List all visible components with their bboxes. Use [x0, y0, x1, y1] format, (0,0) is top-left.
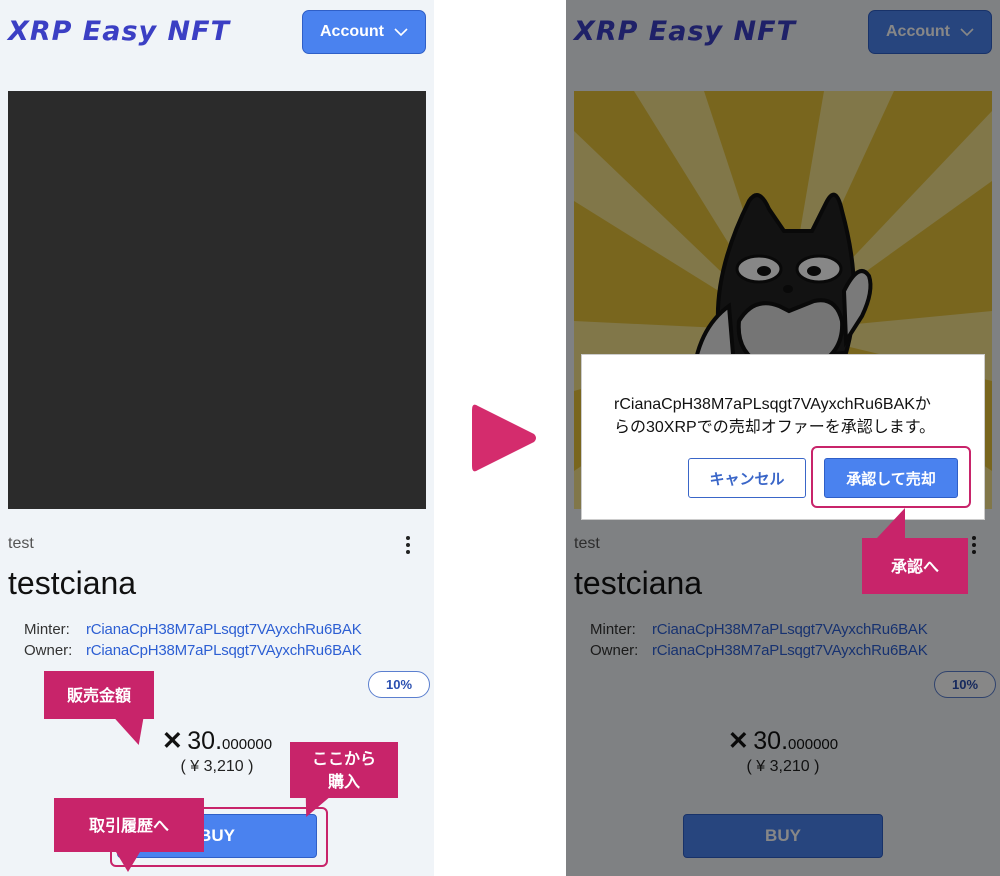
chevron-down-icon [394, 28, 408, 37]
owner-row: Owner: rCianaCpH38M7aPLsqgt7VAyxchRu6BAK [24, 642, 362, 659]
cancel-button[interactable]: キャンセル [688, 458, 806, 498]
callout-approve: 承認へ [862, 538, 968, 594]
dialog-message: rCianaCpH38M7aPLsqgt7VAyxchRu6BAKか らの30X… [614, 393, 964, 439]
callout-sale-price: 販売金額 [44, 671, 154, 719]
app-logo[interactable]: XRP Easy NFT [8, 16, 230, 47]
approve-highlight-box [811, 446, 971, 508]
more-options-icon[interactable] [404, 535, 412, 555]
callout-buy-here-line2: 購入 [327, 772, 360, 791]
royalty-badge: 10% [368, 671, 430, 698]
minter-address-link[interactable]: rCianaCpH38M7aPLsqgt7VAyxchRu6BAK [86, 621, 362, 638]
nft-title: testciana [8, 565, 137, 601]
owner-label: Owner: [24, 642, 73, 659]
callout-buy-here-line1: ここから [311, 749, 376, 768]
nft-sale-confirm-screen: XRP Easy NFT Account test testciana Mint… [566, 0, 1000, 876]
price-integer: 30. [187, 727, 223, 755]
account-button-label: Account [320, 23, 384, 40]
dialog-message-line1: rCianaCpH38M7aPLsqgt7VAyxchRu6BAKか [614, 396, 931, 413]
nft-image-loading [8, 91, 426, 509]
callout-history-tail [116, 852, 140, 872]
play-arrow-icon [472, 404, 536, 472]
callout-history: 取引履歴へ [54, 798, 204, 852]
collection-name: test [8, 535, 34, 552]
account-button[interactable]: Account [302, 10, 426, 54]
price-decimals: 000000 [222, 736, 273, 753]
tutorial-composite: XRP Easy NFT Account test testciana Mint… [0, 0, 1000, 876]
callout-buy-here: ここから 購入 [290, 742, 398, 798]
dialog-message-line2: らの30XRPでの売却オファーを承認します。 [614, 419, 936, 436]
minter-label: Minter: [24, 621, 70, 638]
xrp-icon: ✕ [161, 727, 183, 755]
minter-row: Minter: rCianaCpH38M7aPLsqgt7VAyxchRu6BAK [24, 621, 362, 638]
owner-address-link[interactable]: rCianaCpH38M7aPLsqgt7VAyxchRu6BAK [86, 642, 362, 659]
